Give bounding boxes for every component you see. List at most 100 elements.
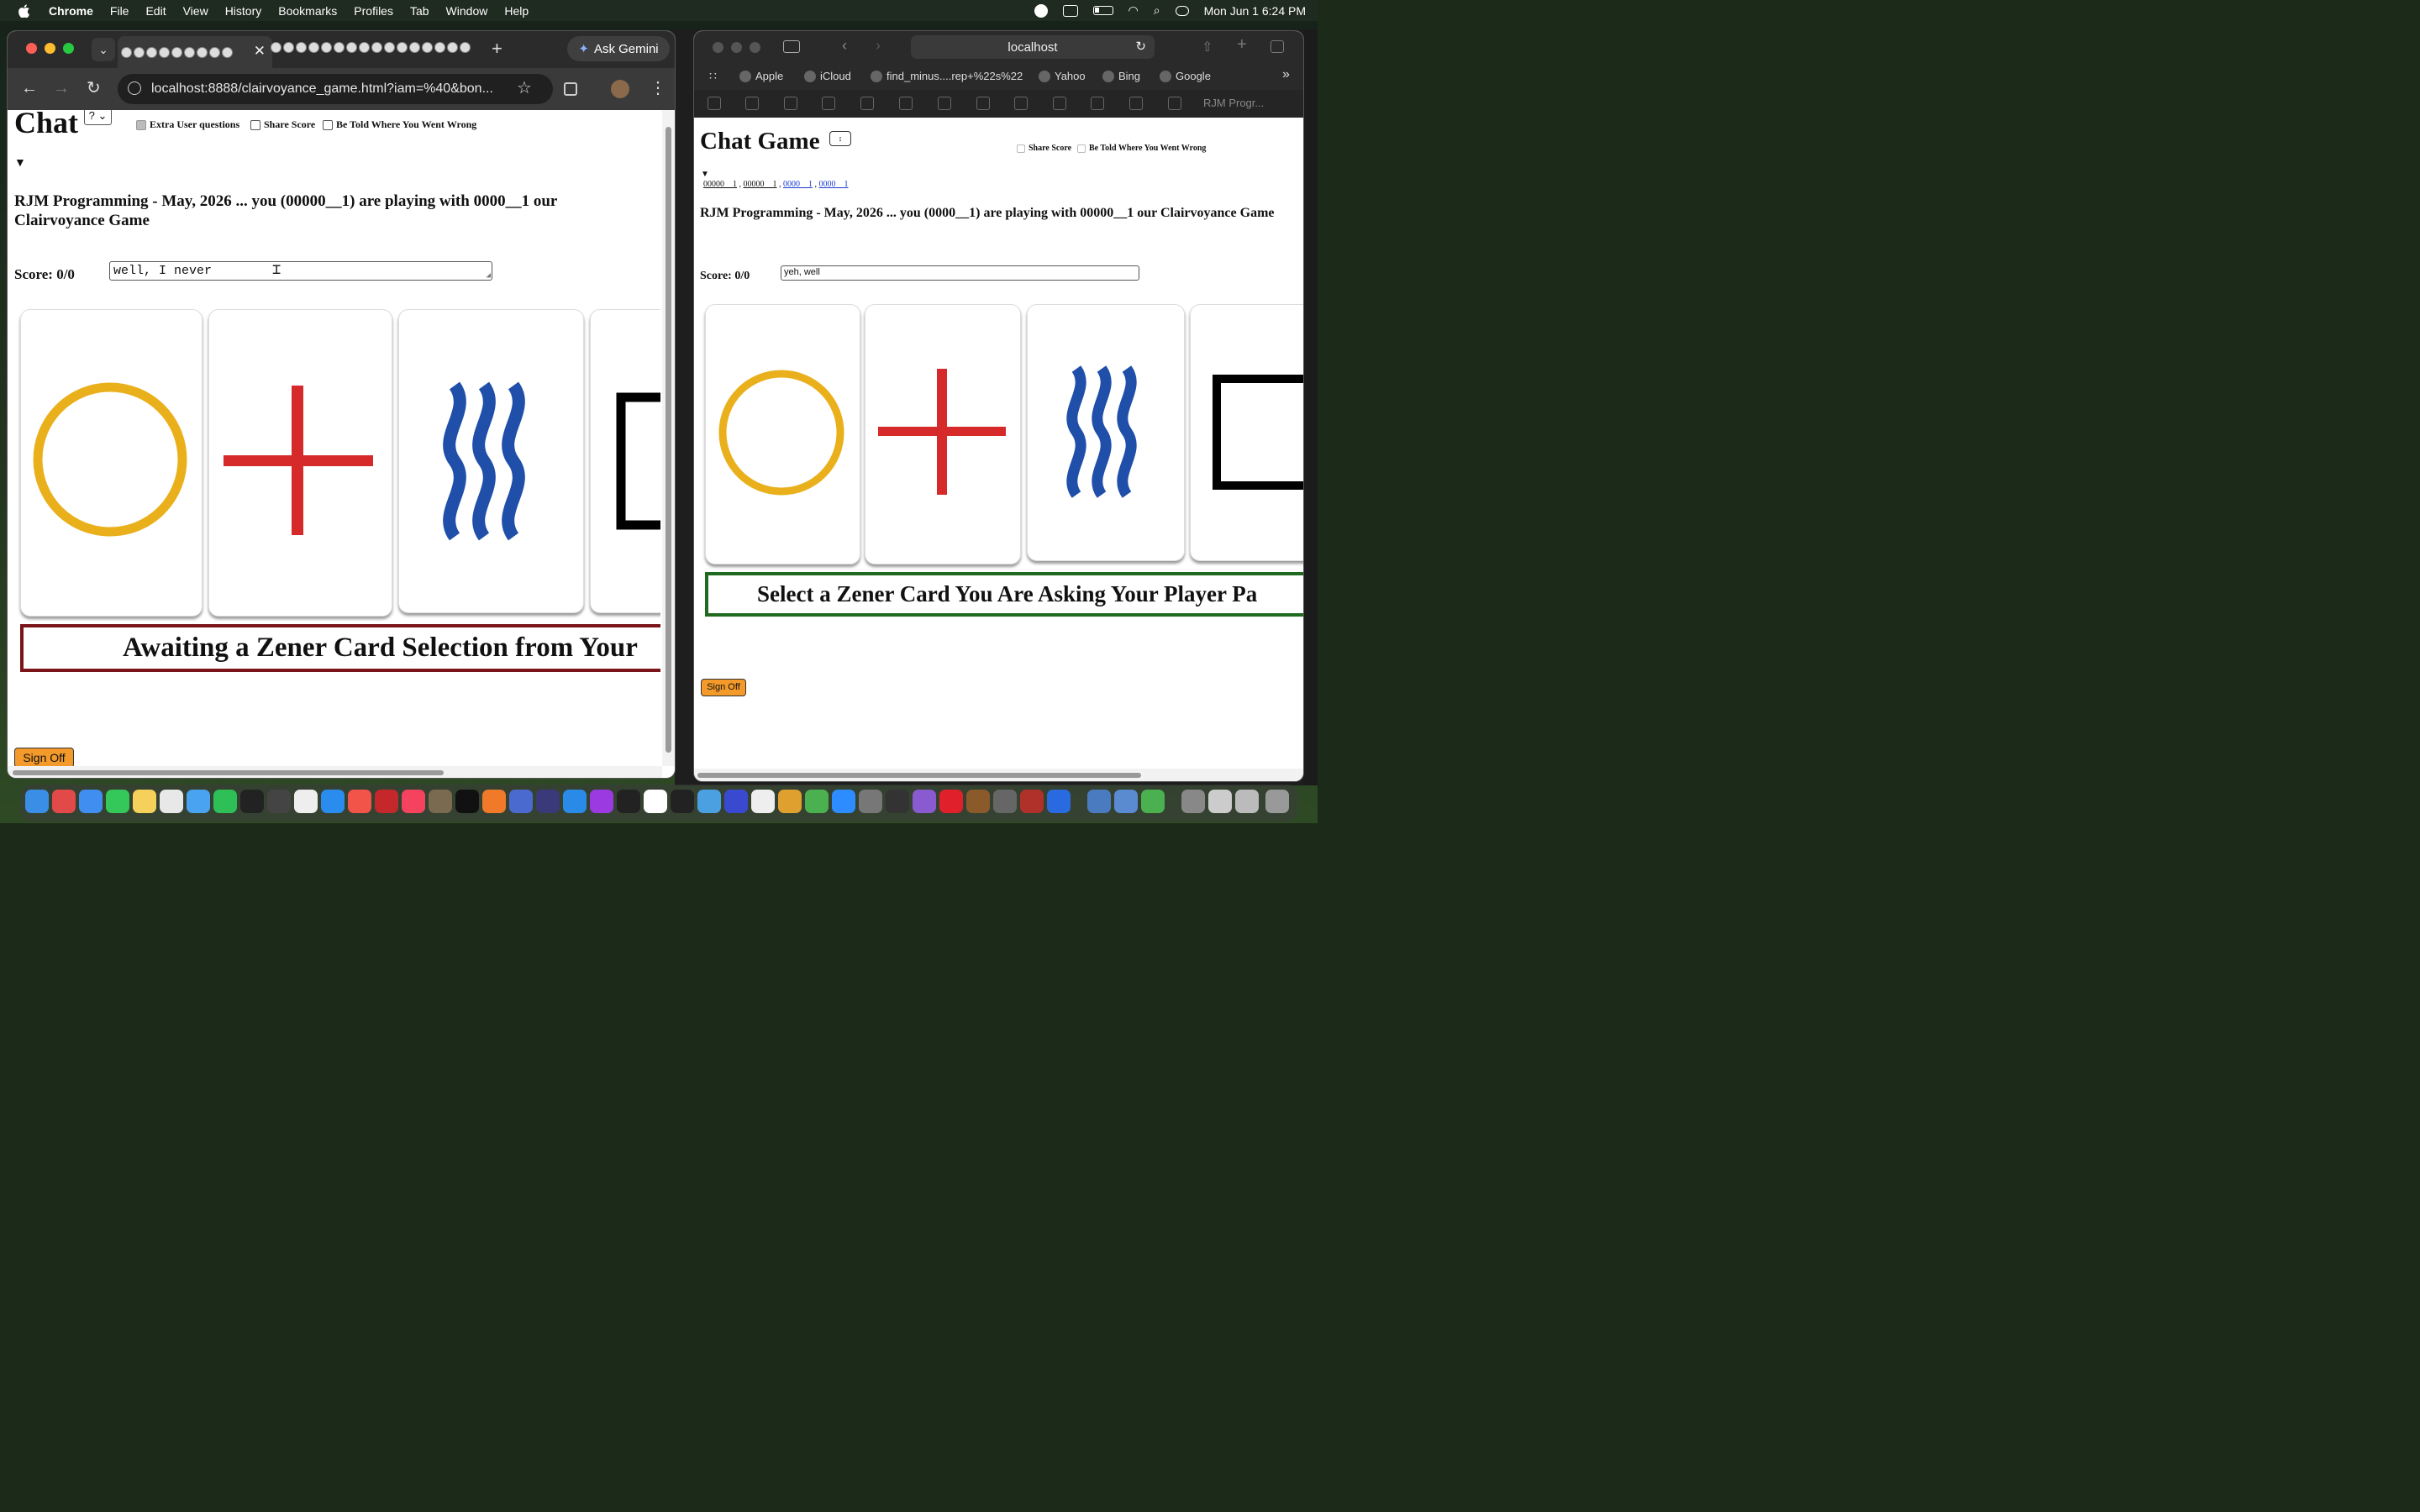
launchpad-icon[interactable] [52, 790, 76, 813]
apple-icon[interactable] [18, 3, 32, 18]
details-toggle[interactable]: ▼ [14, 157, 26, 171]
calculator-icon[interactable] [267, 790, 291, 813]
inkscape-icon[interactable] [886, 790, 909, 813]
app-icon-brown[interactable] [966, 790, 990, 813]
bbedit-icon[interactable] [536, 790, 560, 813]
safari-message-textarea[interactable]: yeh, well [781, 265, 1139, 281]
safari-close-button[interactable] [713, 42, 723, 53]
player-link-4[interactable]: 0000__1 [819, 180, 849, 189]
xcode-icon[interactable] [1047, 790, 1071, 813]
textedit-icon[interactable] [294, 790, 318, 813]
close-window-button[interactable] [26, 43, 37, 54]
safari-be-told-box[interactable] [1077, 144, 1086, 153]
apps-grid-icon[interactable]: ∷ [709, 69, 717, 83]
trash-icon[interactable] [1265, 790, 1289, 813]
safari-horizontal-scrollbar[interactable] [694, 769, 1303, 781]
safari-tab-7[interactable] [938, 97, 951, 110]
tab-group-active[interactable]: ✕ [118, 36, 272, 68]
share-icon[interactable]: ⇧ [1202, 39, 1213, 55]
chrome-vertical-scrollbar[interactable] [662, 110, 675, 766]
menu-history[interactable]: History [225, 4, 262, 18]
chrome-horizontal-scrollbar[interactable] [8, 766, 662, 778]
safari-tab-8[interactable] [976, 97, 990, 110]
safari-tab-13[interactable] [1168, 97, 1181, 110]
profile-avatar[interactable] [611, 80, 629, 98]
activity-icon[interactable] [617, 790, 640, 813]
freeform-icon[interactable] [187, 790, 210, 813]
ask-gemini-button[interactable]: ✦ Ask Gemini [567, 36, 670, 61]
player-link-2[interactable]: 00000__1 [744, 180, 777, 189]
safari-dock-icon[interactable] [563, 790, 587, 813]
safari-be-told-checkbox[interactable]: Be Told Where You Went Wrong [1077, 144, 1206, 153]
player-link-3[interactable]: 0000__1 [783, 180, 813, 189]
opera-icon[interactable] [939, 790, 963, 813]
menu-view[interactable]: View [183, 4, 208, 18]
bookmark-find[interactable]: find_minus....rep+%22s%22 [871, 70, 1023, 82]
calendar-date-icon[interactable] [644, 790, 667, 813]
battery-icon[interactable] [1092, 6, 1113, 15]
back-button-safari[interactable]: ‹ [842, 37, 847, 55]
forward-button-safari[interactable]: › [876, 37, 881, 55]
recent-icon[interactable] [1235, 790, 1259, 813]
close-tab-icon[interactable]: ✕ [254, 43, 266, 60]
share-score-checkbox[interactable]: Share Score [250, 118, 315, 131]
extra-user-questions-box[interactable] [136, 119, 146, 130]
safari-details-toggle[interactable]: ▼ [701, 170, 709, 179]
control-center-icon[interactable] [1175, 5, 1189, 16]
minimize-window-button[interactable] [45, 43, 55, 54]
safari-share-score-checkbox[interactable]: Share Score [1017, 144, 1071, 153]
extensions-icon[interactable] [564, 82, 577, 96]
site-info-icon[interactable] [128, 81, 141, 95]
safari-share-score-box[interactable] [1017, 144, 1025, 153]
safari-active-tab[interactable]: RJM Progr... [1203, 97, 1264, 109]
zener-card-circle[interactable] [20, 309, 203, 617]
menu-profiles[interactable]: Profiles [354, 4, 393, 18]
menu-bookmarks[interactable]: Bookmarks [278, 4, 337, 18]
safari-zener-card-cross[interactable] [865, 304, 1021, 564]
utility-icon[interactable] [1087, 790, 1111, 813]
facetime-icon[interactable] [213, 790, 237, 813]
safari-reload-icon[interactable]: ↻ [1135, 39, 1146, 54]
share-score-box[interactable] [250, 119, 260, 130]
bookmark-bing[interactable]: Bing [1102, 70, 1140, 82]
zoom-icon[interactable] [832, 790, 855, 813]
bookmark-star-icon[interactable]: ☆ [517, 80, 532, 97]
news-icon[interactable] [348, 790, 371, 813]
textarea-resize-grip[interactable]: ◢ [487, 271, 491, 280]
bookmark-apple[interactable]: Apple [739, 70, 783, 82]
safari-minimize-button[interactable] [731, 42, 742, 53]
tab-search-chevron-icon[interactable]: ⌄ [92, 38, 115, 61]
bookmark-google[interactable]: Google [1160, 70, 1211, 82]
safari-sign-off-button[interactable]: Sign Off [701, 679, 746, 696]
zoom-window-button[interactable] [63, 43, 74, 54]
documents-icon[interactable] [1208, 790, 1232, 813]
podcasts-icon[interactable] [590, 790, 613, 813]
player-link-1[interactable]: 00000__1 [703, 180, 737, 189]
safari-zener-card-waves[interactable] [1027, 304, 1185, 561]
bookmark-yahoo[interactable]: Yahoo [1039, 70, 1086, 82]
extra-user-questions-checkbox[interactable]: Extra User questions [136, 118, 239, 131]
safari-address-bar[interactable]: localhost ↻ [911, 35, 1155, 59]
intellij-icon[interactable] [724, 790, 748, 813]
bookmark-icloud[interactable]: iCloud [804, 70, 851, 82]
settings-icon[interactable] [859, 790, 882, 813]
tv-icon[interactable] [455, 790, 479, 813]
safari-tab-4[interactable] [822, 97, 835, 110]
safari-tab-6[interactable] [899, 97, 913, 110]
search-icon[interactable]: ⌕ [1154, 3, 1160, 18]
sign-off-button[interactable]: Sign Off [14, 748, 74, 766]
message-textarea[interactable]: well, I never ⌶ ◢ [109, 261, 492, 281]
safari-tab-3[interactable] [784, 97, 797, 110]
firefox-icon[interactable] [482, 790, 506, 813]
safari-url-text[interactable]: localhost [1007, 40, 1057, 55]
paint-icon[interactable] [778, 790, 802, 813]
tab-overview-icon[interactable] [1270, 40, 1284, 53]
safari-zoom-button[interactable] [750, 42, 760, 53]
back-button[interactable]: ← [21, 80, 38, 97]
keyboard-icon[interactable] [1062, 4, 1078, 17]
finder-icon[interactable] [25, 790, 49, 813]
help-select[interactable]: ? ⌄ [84, 110, 112, 125]
wifi-icon[interactable]: ◠ [1128, 3, 1139, 18]
be-told-box[interactable] [323, 119, 333, 130]
menu-clock[interactable]: Mon Jun 1 6:24 PM [1204, 4, 1306, 18]
